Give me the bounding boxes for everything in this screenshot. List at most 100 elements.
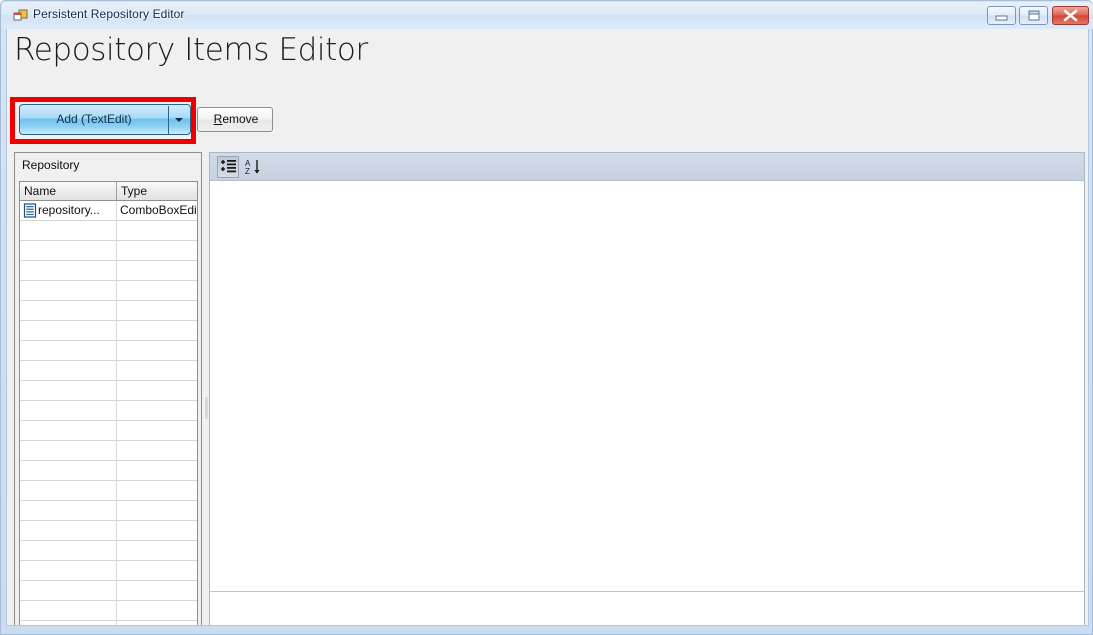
svg-text:Z: Z xyxy=(245,167,250,176)
table-row[interactable] xyxy=(20,441,197,461)
form-designer-icon xyxy=(13,9,28,23)
table-row[interactable] xyxy=(20,621,197,625)
cell-type[interactable] xyxy=(117,541,197,560)
cell-type[interactable] xyxy=(117,221,197,240)
table-row[interactable] xyxy=(20,481,197,501)
cell-name[interactable] xyxy=(20,461,117,480)
cell-type[interactable] xyxy=(117,361,197,380)
split-separator xyxy=(168,106,169,135)
cell-type[interactable] xyxy=(117,621,197,625)
categorized-icon xyxy=(221,160,236,173)
cell-name[interactable] xyxy=(20,401,117,420)
cell-name[interactable] xyxy=(20,221,117,240)
remove-label-rest: emove xyxy=(222,112,259,126)
close-button[interactable] xyxy=(1052,6,1089,25)
cell-type[interactable] xyxy=(117,321,197,340)
property-description-pane xyxy=(210,594,1084,625)
cell-name[interactable] xyxy=(20,421,117,440)
cell-name[interactable] xyxy=(20,501,117,520)
cell-type[interactable] xyxy=(117,461,197,480)
minimize-button[interactable] xyxy=(987,6,1016,25)
cell-type[interactable] xyxy=(117,401,197,420)
cell-name[interactable] xyxy=(20,581,117,600)
table-row[interactable] xyxy=(20,221,197,241)
cell-name[interactable] xyxy=(20,241,117,260)
cell-name[interactable] xyxy=(20,261,117,280)
property-grid-rows[interactable] xyxy=(210,181,1084,591)
repository-list-grid[interactable]: Name Type repository... ComboBoxEdit xyxy=(19,181,198,625)
add-split-button[interactable]: Add (TextEdit) xyxy=(19,104,191,135)
cell-name[interactable] xyxy=(20,621,117,625)
window-title: Persistent Repository Editor xyxy=(33,7,185,21)
property-grid-divider xyxy=(210,591,1084,592)
table-row[interactable] xyxy=(20,581,197,601)
cell-type[interactable] xyxy=(117,521,197,540)
table-row[interactable] xyxy=(20,601,197,621)
table-row[interactable] xyxy=(20,541,197,561)
cell-type[interactable] xyxy=(117,481,197,500)
combobox-editor-icon xyxy=(23,203,37,218)
cell-type[interactable] xyxy=(117,341,197,360)
table-row[interactable] xyxy=(20,361,197,381)
maximize-icon xyxy=(1028,10,1040,21)
table-row[interactable] xyxy=(20,281,197,301)
cell-name-text: repository... xyxy=(38,203,100,217)
page-title: Repository Items Editor xyxy=(14,32,368,68)
cell-type[interactable]: ComboBoxEdit xyxy=(117,201,197,220)
table-row[interactable] xyxy=(20,421,197,441)
table-row[interactable] xyxy=(20,341,197,361)
cell-name[interactable]: repository... xyxy=(20,201,117,220)
table-row[interactable] xyxy=(20,461,197,481)
chevron-down-icon[interactable] xyxy=(175,118,183,122)
cell-name[interactable] xyxy=(20,521,117,540)
table-row[interactable]: repository... ComboBoxEdit xyxy=(20,201,197,221)
remove-button-label: Remove xyxy=(198,112,274,126)
table-row[interactable] xyxy=(20,501,197,521)
cell-type[interactable] xyxy=(117,501,197,520)
minimize-icon xyxy=(995,15,1008,21)
title-bar[interactable]: Persistent Repository Editor xyxy=(2,2,1093,29)
remove-accel-char: R xyxy=(213,112,223,126)
cell-type[interactable] xyxy=(117,561,197,580)
cell-name[interactable] xyxy=(20,541,117,560)
property-grid-toolbar: A Z xyxy=(210,153,1084,181)
cell-name[interactable] xyxy=(20,601,117,620)
cell-name[interactable] xyxy=(20,381,117,400)
table-row[interactable] xyxy=(20,241,197,261)
table-row[interactable] xyxy=(20,401,197,421)
cell-type[interactable] xyxy=(117,281,197,300)
cell-name[interactable] xyxy=(20,481,117,500)
cell-name[interactable] xyxy=(20,441,117,460)
cell-name[interactable] xyxy=(20,341,117,360)
cell-name[interactable] xyxy=(20,361,117,380)
alphabetical-sort-button[interactable]: A Z xyxy=(242,156,264,178)
add-button-label: Add (TextEdit) xyxy=(56,112,132,126)
cell-name[interactable] xyxy=(20,321,117,340)
application-window: Persistent Repository Editor Repository … xyxy=(0,0,1093,635)
cell-name[interactable] xyxy=(20,281,117,300)
cell-type[interactable] xyxy=(117,441,197,460)
cell-type[interactable] xyxy=(117,261,197,280)
table-row[interactable] xyxy=(20,261,197,281)
cell-type[interactable] xyxy=(117,301,197,320)
column-header-name[interactable]: Name xyxy=(20,182,117,200)
cell-name[interactable] xyxy=(20,301,117,320)
cell-type[interactable] xyxy=(117,241,197,260)
cell-type[interactable] xyxy=(117,581,197,600)
column-header-type[interactable]: Type xyxy=(117,182,197,200)
cell-type[interactable] xyxy=(117,381,197,400)
cell-name[interactable] xyxy=(20,561,117,580)
splitter-grip[interactable] xyxy=(205,397,208,419)
alphabetical-sort-icon: A Z xyxy=(245,159,260,176)
table-row[interactable] xyxy=(20,321,197,341)
maximize-button[interactable] xyxy=(1019,6,1048,25)
table-row[interactable] xyxy=(20,381,197,401)
categorized-view-button[interactable] xyxy=(217,156,239,178)
close-icon xyxy=(1063,9,1078,22)
table-row[interactable] xyxy=(20,301,197,321)
table-row[interactable] xyxy=(20,521,197,541)
table-row[interactable] xyxy=(20,561,197,581)
cell-type[interactable] xyxy=(117,421,197,440)
remove-button[interactable]: Remove xyxy=(197,107,273,132)
cell-type[interactable] xyxy=(117,601,197,620)
